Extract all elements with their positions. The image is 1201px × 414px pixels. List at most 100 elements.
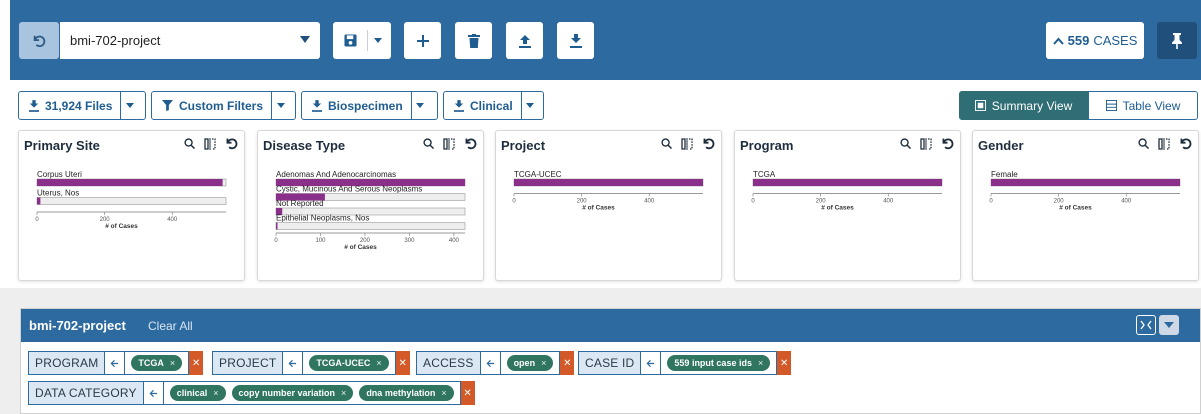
x-tick-label: 300 [404, 238, 415, 244]
search-icon[interactable] [900, 138, 911, 149]
download-cohort-button[interactable] [557, 22, 594, 59]
clear-all-link[interactable]: Clear All [148, 319, 193, 333]
reset-icon[interactable] [225, 137, 238, 150]
chevron-down-icon [374, 38, 382, 43]
x-tick-label: 0 [751, 199, 755, 205]
upload-icon [518, 34, 531, 48]
pin-button[interactable] [1157, 22, 1197, 59]
flip-card-icon[interactable] [1158, 137, 1170, 150]
bar-label: Epithelial Neoplasms, Nos [276, 214, 369, 223]
arrow-left-icon[interactable] [283, 351, 304, 375]
flip-card-icon[interactable] [204, 137, 216, 150]
filter-chip-label[interactable]: PROGRAM [28, 351, 106, 375]
filter-value-pill[interactable]: TCGA-UCEC × [309, 355, 389, 371]
add-cohort-button[interactable] [404, 22, 441, 59]
cohort-select[interactable]: bmi-702-project [60, 22, 320, 59]
table-view-button[interactable]: Table View [1088, 91, 1198, 120]
chevron-down-icon[interactable] [271, 92, 289, 119]
bar-label: Adenomas And Adenocarcinomas [276, 170, 396, 179]
save-cohort-button[interactable] [333, 22, 391, 59]
filter-chip-values: open × [500, 351, 561, 375]
remove-value-icon[interactable]: × [170, 358, 175, 368]
reset-icon[interactable] [941, 137, 954, 150]
facet-bar-chart: Corpus UteriUterus, Nos0 200 400# of Cases [35, 170, 227, 230]
cases-count-button[interactable]: 559 CASES [1046, 22, 1144, 59]
reset-icon[interactable] [1179, 137, 1192, 150]
flip-card-icon[interactable] [920, 137, 932, 150]
remove-value-icon[interactable]: × [376, 358, 381, 368]
remove-value-icon[interactable]: × [441, 388, 446, 398]
collapse-panel-button[interactable] [1159, 315, 1179, 335]
x-tick-label: 400 [167, 217, 178, 223]
summary-view-button[interactable]: Summary View [959, 91, 1088, 120]
remove-value-icon[interactable]: × [758, 358, 763, 368]
filter-value-text: 559 input case ids [674, 358, 752, 368]
chevron-down-icon [300, 36, 310, 43]
custom-filters-dropdown[interactable]: Custom Filters [151, 91, 296, 120]
filter-chip-project: PROJECT TCGA-UCEC × ✕ [212, 351, 410, 375]
save-icon [344, 34, 357, 47]
remove-value-icon[interactable]: × [541, 358, 546, 368]
bar [37, 197, 41, 205]
flip-card-icon[interactable] [681, 137, 693, 150]
remove-filter-button[interactable]: ✕ [560, 351, 575, 375]
files-dropdown[interactable]: 31,924 Files [18, 91, 146, 120]
facet-bar-chart: Adenomas And Adenocarcinomas Cystic, Muci… [274, 170, 466, 251]
x-tick-label: 0 [989, 199, 993, 205]
filter-value-pill[interactable]: 559 input case ids × [667, 355, 771, 371]
filter-chip-label[interactable]: CASE ID [578, 351, 642, 375]
remove-value-icon[interactable]: × [213, 388, 218, 398]
search-icon[interactable] [661, 138, 672, 149]
bar-label: Uterus, Nos [37, 189, 79, 198]
filter-chip-label[interactable]: PROJECT [212, 351, 284, 375]
undo-button[interactable] [19, 22, 59, 59]
reset-icon[interactable] [702, 137, 715, 150]
arrow-left-icon[interactable] [143, 381, 164, 405]
x-tick-label: 400 [1121, 199, 1132, 205]
cohort-name: bmi-702-project [70, 33, 161, 48]
filter-chip-label[interactable]: DATA CATEGORY [28, 381, 144, 405]
x-axis-label: # of Cases [105, 223, 138, 230]
chevron-down-icon[interactable] [520, 92, 539, 119]
filter-chip-values: 559 input case ids × [661, 351, 778, 375]
table-icon [1105, 100, 1117, 111]
clinical-dropdown[interactable]: Clinical [443, 91, 544, 120]
remove-filter-button[interactable]: ✕ [460, 381, 475, 405]
expand-filters-button[interactable] [1136, 315, 1156, 335]
arrow-left-icon[interactable] [105, 351, 126, 375]
x-tick-label: 0 [512, 199, 516, 205]
download-icon [29, 99, 39, 112]
x-tick-label: 100 [315, 238, 326, 244]
filter-chip-label[interactable]: ACCESS [416, 351, 481, 375]
bar-track [36, 197, 227, 205]
search-icon[interactable] [423, 138, 434, 149]
files-label: 31,924 Files [45, 98, 113, 113]
facet-card-title: Disease Type [263, 138, 346, 153]
filter-value-pill[interactable]: open × [506, 355, 554, 371]
chevron-down-icon[interactable] [410, 92, 429, 119]
bar [753, 179, 942, 186]
filter-value-pill[interactable]: TCGA × [131, 355, 183, 371]
filter-value-pill[interactable]: clinical × [169, 385, 226, 401]
filter-value-text: open [513, 358, 536, 368]
arrow-left-icon[interactable] [641, 351, 662, 375]
delete-cohort-button[interactable] [455, 22, 492, 59]
filter-value-pill[interactable]: copy number variation × [231, 385, 354, 401]
remove-filter-button[interactable]: ✕ [395, 351, 410, 375]
search-icon[interactable] [184, 138, 195, 149]
reset-icon[interactable] [464, 137, 477, 150]
remove-filter-button[interactable]: ✕ [189, 351, 204, 375]
arrow-left-icon[interactable] [480, 351, 501, 375]
chevron-down-icon[interactable] [120, 92, 138, 119]
custom-filters-label: Custom Filters [179, 98, 264, 113]
remove-value-icon[interactable]: × [341, 388, 346, 398]
search-icon[interactable] [1138, 138, 1149, 149]
flip-card-icon[interactable] [443, 137, 455, 150]
facet-card-program: Program TCGA 0 200 400 # of Cases [734, 130, 961, 281]
facet-card-primary-site: Primary Site Corpus Uteri Uterus, Nos 0 200 4… [18, 130, 245, 281]
remove-filter-button[interactable]: ✕ [777, 351, 792, 375]
biospecimen-dropdown[interactable]: Biospecimen [301, 91, 438, 120]
upload-cohort-button[interactable] [506, 22, 543, 59]
bar-label: TCGA [753, 170, 776, 179]
filter-value-pill[interactable]: dna methylation × [359, 385, 454, 401]
